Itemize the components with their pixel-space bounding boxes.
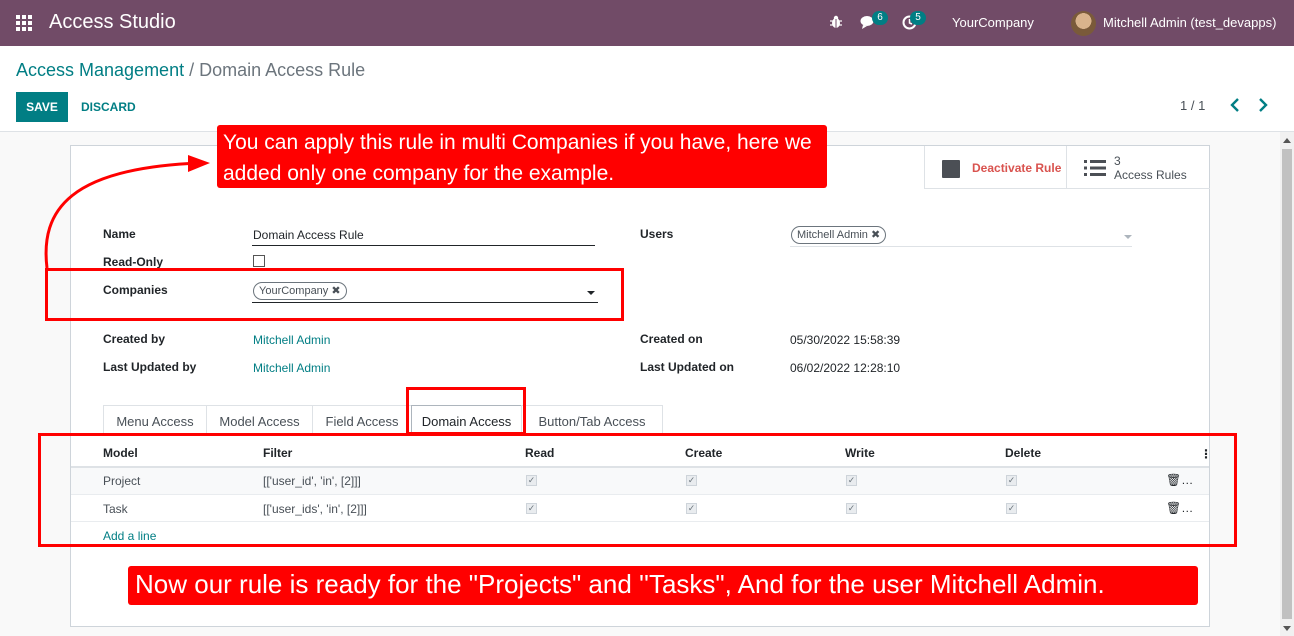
access-rules-label: Access Rules: [1114, 168, 1187, 182]
user-tag[interactable]: Mitchell Admin ✖: [791, 226, 887, 244]
scroll-down-arrow-icon[interactable]: [1283, 626, 1291, 631]
scrollbar-thumb[interactable]: [1282, 149, 1292, 619]
breadcrumb: Access Management / Domain Access Rule: [16, 60, 365, 81]
user-avatar[interactable]: [1071, 11, 1096, 36]
chevron-right-icon[interactable]: [1256, 97, 1270, 113]
users-input-underline: [790, 246, 1132, 247]
name-input-underline: [252, 245, 595, 246]
created-on-label: Created on: [640, 332, 703, 346]
summary-callout: Now our rule is ready for the "Projects"…: [128, 566, 1198, 605]
tab-button-tab-access[interactable]: Button/Tab Access: [521, 405, 663, 434]
chat-badge: 6: [872, 11, 888, 25]
readonly-checkbox[interactable]: [253, 255, 265, 267]
user-menu[interactable]: Mitchell Admin (test_devapps): [1103, 15, 1276, 30]
stop-icon: [942, 160, 960, 178]
pager-value[interactable]: 1 / 1: [1180, 98, 1205, 113]
last-updated-by-label: Last Updated by: [103, 360, 197, 374]
user-tag-label: Mitchell Admin: [797, 229, 868, 241]
access-rules-count: 3: [1114, 154, 1121, 168]
form-sheet: [70, 145, 1210, 627]
remove-tag-icon[interactable]: ✖: [871, 229, 880, 241]
breadcrumb-parent-link[interactable]: Access Management: [16, 60, 184, 80]
scroll-up-arrow-icon[interactable]: [1283, 138, 1291, 143]
list-icon: [1084, 160, 1106, 176]
tab-field-access[interactable]: Field Access: [312, 405, 412, 434]
discard-button[interactable]: DISCARD: [81, 92, 136, 122]
name-input[interactable]: Domain Access Rule: [253, 228, 364, 242]
chevron-left-icon[interactable]: [1228, 97, 1242, 113]
breadcrumb-separator: /: [184, 60, 200, 80]
button-box: Deactivate Rule 3 Access Rules: [924, 146, 1210, 189]
activity-badge: 5: [910, 11, 926, 25]
company-switcher[interactable]: YourCompany: [952, 15, 1034, 30]
app-title[interactable]: Access Studio: [49, 11, 176, 34]
companies-highlight-box: [45, 268, 624, 321]
control-panel: Access Management / Domain Access Rule S…: [0, 46, 1294, 132]
annotation-arrow: [44, 155, 210, 269]
domain-tab-highlight-box: [406, 387, 526, 435]
last-updated-on-value: 06/02/2022 12:28:10: [790, 361, 901, 375]
deactivate-label: Deactivate Rule: [972, 161, 1062, 175]
users-dropdown-caret-icon[interactable]: [1124, 235, 1132, 239]
bug-icon[interactable]: [829, 14, 843, 30]
last-updated-by-link[interactable]: Mitchell Admin: [253, 361, 330, 375]
deactivate-rule-button[interactable]: Deactivate Rule: [925, 146, 1067, 189]
created-by-label: Created by: [103, 332, 166, 346]
users-label: Users: [640, 227, 674, 241]
tab-menu-access[interactable]: Menu Access: [103, 405, 207, 434]
apps-menu-icon[interactable]: [16, 15, 32, 31]
created-by-link[interactable]: Mitchell Admin: [253, 333, 330, 347]
tab-model-access[interactable]: Model Access: [206, 405, 313, 434]
table-highlight-box: [38, 433, 1237, 547]
save-button[interactable]: SAVE: [16, 92, 68, 122]
top-navbar: Access Studio 6 5 YourCompany Mitchell A…: [0, 0, 1294, 46]
companies-callout: You can apply this rule in multi Compani…: [217, 125, 827, 188]
last-updated-on-label: Last Updated on: [640, 360, 735, 374]
breadcrumb-current: Domain Access Rule: [199, 60, 366, 80]
created-on-value: 05/30/2022 15:58:39: [790, 333, 901, 347]
